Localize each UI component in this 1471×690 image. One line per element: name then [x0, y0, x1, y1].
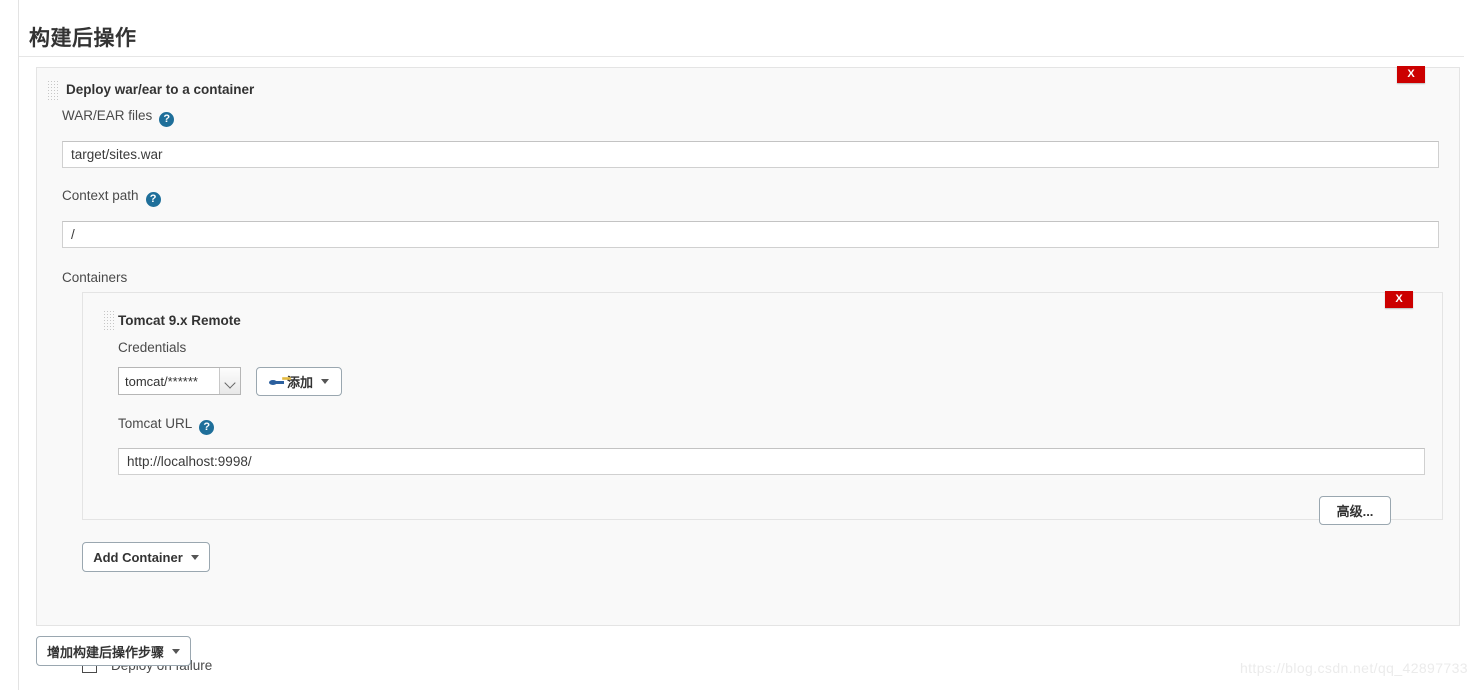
publisher-panel-deploy-war: X Deploy war/ear to a container WAR/EAR … — [36, 66, 1460, 673]
watermark: https://blog.csdn.net/qq_42897733 — [1239, 660, 1468, 676]
add-post-build-step-button[interactable]: 增加构建后操作步骤 — [36, 636, 191, 666]
war-files-label: WAR/EAR files — [62, 108, 153, 123]
caret-down-icon — [172, 648, 181, 654]
help-icon-war-files[interactable]: ? — [159, 112, 175, 127]
context-path-label: Context path — [62, 188, 139, 203]
add-credentials-button[interactable]: 添加 — [256, 367, 342, 396]
credentials-select[interactable]: tomcat/****** — [118, 367, 241, 395]
caret-down-icon — [190, 554, 199, 560]
tomcat-url-label-row: Tomcat URL? — [118, 416, 215, 435]
add-post-build-step-label: 增加构建后操作步骤 — [47, 644, 165, 660]
add-container-button[interactable]: Add Container — [82, 542, 210, 572]
containers-label: Containers — [62, 270, 128, 285]
delete-publisher-button[interactable]: X — [1397, 66, 1425, 83]
tomcat-url-label: Tomcat URL — [118, 416, 193, 431]
caret-down-icon — [321, 379, 329, 384]
page-title: 构建后操作 — [29, 27, 137, 50]
container-panel-tomcat: X — [82, 291, 1443, 520]
context-path-input[interactable] — [62, 221, 1439, 248]
page-frame: 构建后操作 X Deploy war/ear to a container WA… — [18, 0, 1471, 690]
war-files-input[interactable] — [62, 141, 1439, 168]
add-credentials-label: 添加 — [286, 375, 313, 390]
add-container-label: Add Container — [93, 549, 183, 565]
help-icon-context-path[interactable]: ? — [145, 192, 161, 207]
context-path-label-row: Context path? — [62, 188, 161, 207]
credentials-select-wrap: tomcat/****** — [118, 367, 241, 395]
help-icon-tomcat-url[interactable]: ? — [199, 420, 215, 435]
container-heading: Tomcat 9.x Remote — [118, 313, 241, 328]
title-divider — [19, 56, 1464, 57]
tomcat-url-input[interactable] — [118, 448, 1425, 475]
delete-container-button[interactable]: X — [1385, 291, 1413, 308]
drag-handle-container[interactable] — [103, 310, 114, 330]
advanced-button[interactable]: 高级... — [1319, 496, 1391, 525]
key-icon — [269, 376, 284, 387]
credentials-label: Credentials — [118, 340, 187, 355]
war-files-label-row: WAR/EAR files? — [62, 108, 175, 127]
publisher-heading: Deploy war/ear to a container — [66, 82, 255, 97]
drag-handle-publisher[interactable] — [47, 80, 58, 100]
